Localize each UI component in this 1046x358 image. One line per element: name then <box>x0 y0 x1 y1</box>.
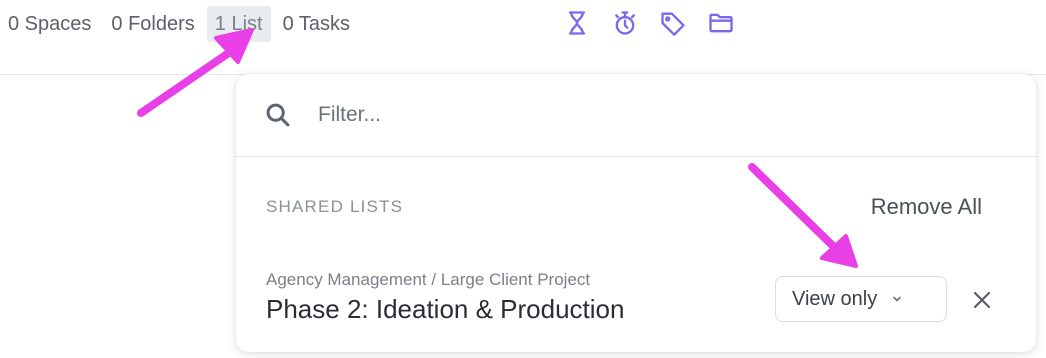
shared-list-item: Agency Management / Large Client Project… <box>266 270 1006 330</box>
folder-icon[interactable] <box>704 6 738 40</box>
filter-input[interactable] <box>316 102 920 128</box>
lists-count[interactable]: 1 List <box>206 6 271 42</box>
section-header: SHARED LISTS Remove All <box>266 194 982 220</box>
search-icon <box>264 100 294 130</box>
folders-count[interactable]: 0 Folders <box>103 6 202 42</box>
filter-row <box>236 74 1036 157</box>
top-bar: 0 Spaces 0 Folders 1 List 0 Tasks <box>0 0 1046 75</box>
chevron-down-icon <box>891 293 903 305</box>
hourglass-icon[interactable] <box>560 6 594 40</box>
permission-value: View only <box>792 287 878 310</box>
toolbar-icons <box>560 6 738 40</box>
shared-lists-panel: SHARED LISTS Remove All Agency Managemen… <box>236 74 1036 352</box>
share-counts: 0 Spaces 0 Folders 1 List 0 Tasks <box>0 4 362 44</box>
close-icon[interactable] <box>968 286 996 314</box>
tasks-count[interactable]: 0 Tasks <box>275 6 358 42</box>
section-title: SHARED LISTS <box>266 197 404 216</box>
tag-icon[interactable] <box>656 6 690 40</box>
remove-all-button[interactable]: Remove All <box>871 194 982 220</box>
stopwatch-icon[interactable] <box>608 6 642 40</box>
spaces-count[interactable]: 0 Spaces <box>0 6 99 42</box>
permission-dropdown[interactable]: View only <box>775 276 947 322</box>
